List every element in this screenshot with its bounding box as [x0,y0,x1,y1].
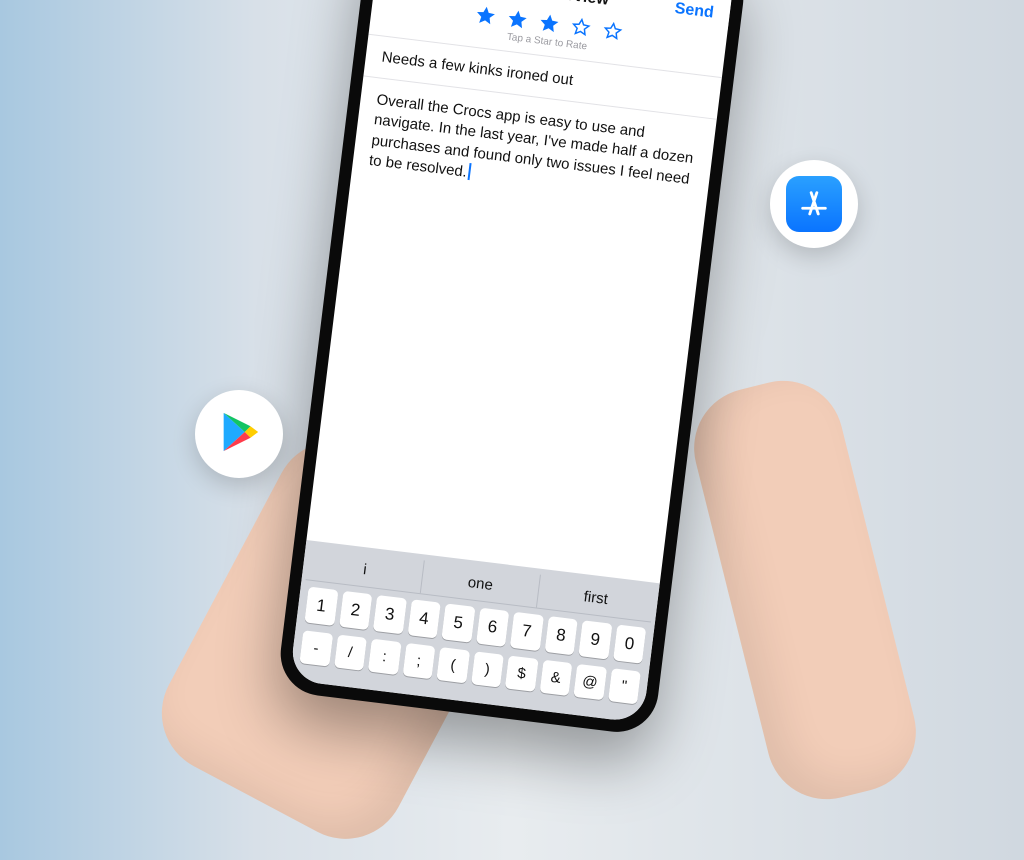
review-body-input[interactable]: Overall the Crocs app is easy to use and… [306,76,716,583]
key-colon[interactable]: : [368,638,401,674]
star-1-icon[interactable] [473,3,498,28]
star-2-icon[interactable] [505,7,530,32]
key-slash[interactable]: / [334,634,367,670]
key-dash[interactable]: - [299,630,332,666]
suggestion-1[interactable]: i [306,546,424,593]
key-rparen[interactable]: ) [471,651,504,687]
google-play-badge [195,390,283,478]
key-lparen[interactable]: ( [436,647,469,683]
phone-frame: 10:59 Cancel Write a Review Send Tap a S… [276,0,748,736]
star-3-icon[interactable] [537,11,562,36]
key-8[interactable]: 8 [544,616,578,655]
key-semi[interactable]: ; [402,642,435,678]
key-4[interactable]: 4 [407,599,441,638]
key-0[interactable]: 0 [613,624,647,663]
key-1[interactable]: 1 [304,586,338,625]
key-2[interactable]: 2 [339,590,373,629]
key-3[interactable]: 3 [373,594,407,633]
key-9[interactable]: 9 [578,620,612,659]
key-5[interactable]: 5 [441,603,475,642]
key-quote[interactable]: " [608,668,641,704]
suggestion-3[interactable]: first [536,574,655,621]
key-dollar[interactable]: $ [505,655,538,691]
suggestion-2[interactable]: one [420,560,539,607]
send-button[interactable]: Send [653,0,715,22]
phone-screen: 10:59 Cancel Write a Review Send Tap a S… [289,0,735,723]
star-5-icon[interactable] [600,19,625,44]
key-6[interactable]: 6 [476,607,510,646]
key-amp[interactable]: & [539,659,572,695]
google-play-icon [216,409,262,460]
text-cursor [468,162,472,179]
app-store-badge [770,160,858,248]
key-7[interactable]: 7 [510,611,544,650]
key-at[interactable]: @ [573,663,606,699]
star-4-icon[interactable] [569,15,594,40]
app-store-icon [786,176,842,232]
hand-right [681,368,928,812]
